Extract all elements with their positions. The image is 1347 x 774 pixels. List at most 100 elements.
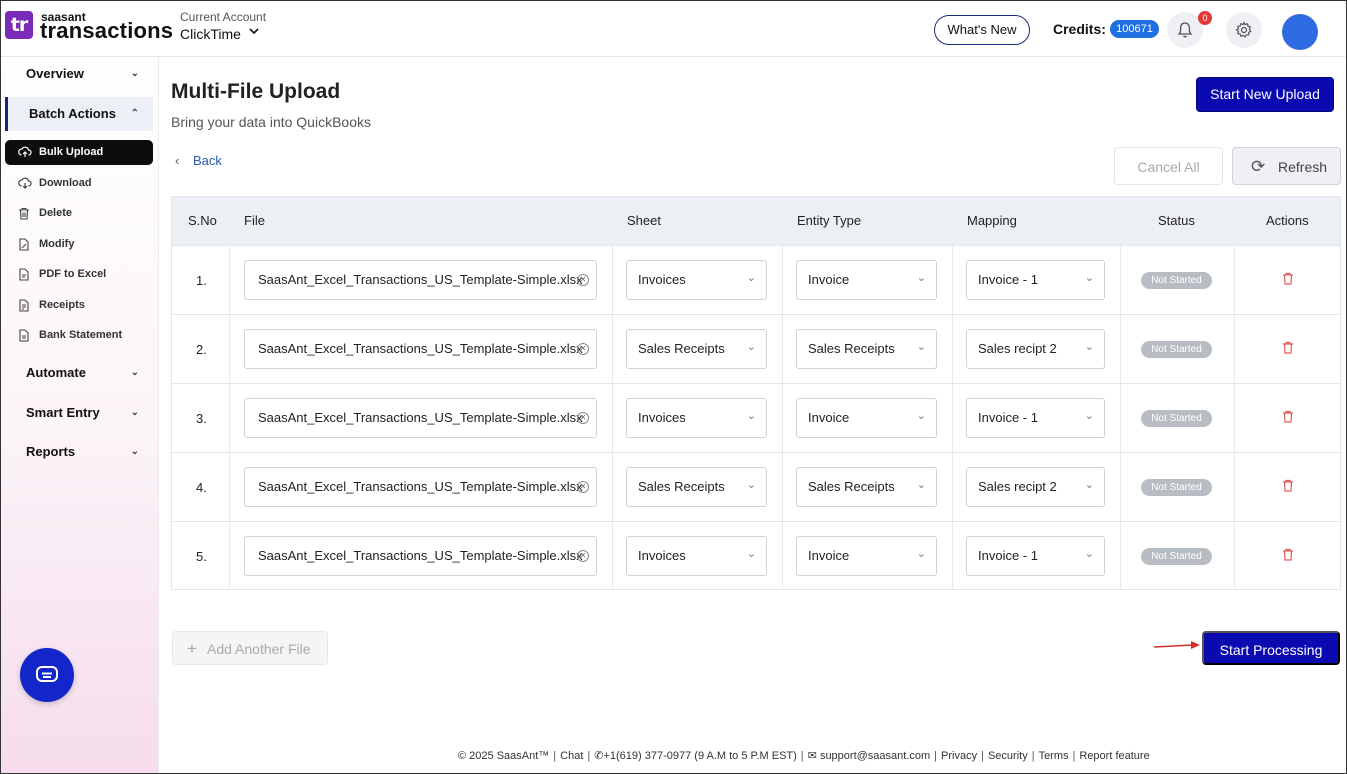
file-field[interactable]: SaasAnt_Excel_Transactions_US_Template-S… — [244, 467, 597, 507]
sheet-select[interactable]: Invoices ⌄ — [626, 398, 767, 438]
sidebar-item-label: Receipts — [39, 299, 85, 311]
trash-icon[interactable] — [1282, 272, 1294, 290]
status-badge: Not Started — [1141, 479, 1212, 496]
sheet-select[interactable]: Sales Receipts ⌄ — [626, 329, 767, 369]
status-badge: Not Started — [1141, 272, 1212, 289]
sheet-select[interactable]: Invoices ⌄ — [626, 260, 767, 300]
chevron-down-icon: ⌄ — [130, 367, 139, 378]
entity-type-select[interactable]: Sales Receipts ⌄ — [796, 467, 937, 507]
chevron-down-icon: ⌄ — [1084, 479, 1094, 491]
clear-icon[interactable]: ✕ — [577, 274, 589, 286]
footer-chat-link[interactable]: Chat — [560, 750, 583, 762]
row-number: 3. — [196, 411, 207, 426]
chevron-down-icon: ⌄ — [746, 272, 756, 284]
refresh-icon: ⟳ — [1251, 157, 1266, 176]
trash-icon[interactable] — [1282, 410, 1294, 428]
entity-value: Invoice — [808, 548, 850, 563]
mapping-value: Sales recipt 2 — [978, 341, 1057, 356]
chevron-down-icon[interactable] — [248, 25, 260, 40]
entity-value: Sales Receipts — [808, 479, 895, 494]
column-header-file: File — [244, 213, 265, 228]
table-row: 5. SaasAnt_Excel_Transactions_US_Templat… — [172, 521, 1340, 590]
sheet-value: Sales Receipts — [638, 479, 725, 494]
sidebar-group-automate[interactable]: Automate ⌄ — [5, 356, 153, 390]
entity-type-select[interactable]: Sales Receipts ⌄ — [796, 329, 937, 369]
start-new-upload-button[interactable]: Start New Upload — [1196, 77, 1334, 112]
trash-icon[interactable] — [1282, 548, 1294, 566]
sidebar-group-reports[interactable]: Reports ⌄ — [5, 435, 153, 469]
cancel-all-button[interactable]: Cancel All — [1114, 147, 1223, 185]
column-header-mapping: Mapping — [967, 213, 1017, 228]
add-another-file-button[interactable]: + Add Another File — [172, 631, 328, 665]
cloud-upload-icon — [18, 140, 32, 168]
footer-security-link[interactable]: Security — [988, 750, 1028, 762]
entity-type-select[interactable]: Invoice ⌄ — [796, 536, 937, 576]
chevron-down-icon: ⌄ — [746, 479, 756, 491]
mapping-select[interactable]: Invoice - 1 ⌄ — [966, 536, 1105, 576]
account-selector[interactable]: ClickTime — [180, 26, 241, 42]
gear-icon[interactable] — [1226, 12, 1262, 48]
page-title: Multi-File Upload — [171, 80, 341, 103]
footer-email-link[interactable]: support@saasant.com — [820, 750, 930, 762]
receipt-icon — [18, 293, 30, 321]
sidebar-group-overview[interactable]: Overview ⌄ — [5, 57, 153, 91]
start-processing-button[interactable]: Start Processing — [1202, 631, 1340, 665]
mapping-select[interactable]: Sales recipt 2 ⌄ — [966, 467, 1105, 507]
sidebar-item-bulk-upload[interactable]: Bulk Upload — [5, 140, 153, 165]
entity-type-select[interactable]: Invoice ⌄ — [796, 260, 937, 300]
file-field[interactable]: SaasAnt_Excel_Transactions_US_Template-S… — [244, 329, 597, 369]
footer-report-link[interactable]: Report feature — [1079, 750, 1149, 762]
mapping-select[interactable]: Sales recipt 2 ⌄ — [966, 329, 1105, 369]
column-header-entity-type: Entity Type — [797, 213, 862, 228]
sidebar-item-bank-statement[interactable]: Bank Statement — [5, 323, 153, 348]
sidebar-item-label: Bank Statement — [39, 329, 123, 341]
top-bar: tr saasant transactions Current Account … — [1, 1, 1346, 57]
chevron-down-icon: ⌄ — [916, 410, 926, 422]
file-name: SaasAnt_Excel_Transactions_US_Template-S… — [258, 272, 583, 287]
whats-new-button[interactable]: What's New — [934, 15, 1030, 45]
sidebar-item-label: Bulk Upload — [39, 146, 104, 158]
sheet-select[interactable]: Invoices ⌄ — [626, 536, 767, 576]
chevron-down-icon: ⌄ — [916, 479, 926, 491]
refresh-button[interactable]: ⟳ Refresh — [1232, 147, 1341, 185]
clear-icon[interactable]: ✕ — [577, 550, 589, 562]
sheet-select[interactable]: Sales Receipts ⌄ — [626, 467, 767, 507]
clear-icon[interactable]: ✕ — [577, 481, 589, 493]
account-label: Current Account — [180, 10, 267, 24]
table-header: S.No File Sheet Entity Type Mapping Stat… — [172, 197, 1340, 245]
avatar[interactable] — [1282, 14, 1318, 50]
sidebar-group-smart-entry[interactable]: Smart Entry ⌄ — [5, 396, 153, 430]
status-badge: Not Started — [1141, 410, 1212, 427]
back-link[interactable]: ‹ Back — [175, 153, 222, 168]
back-label: Back — [192, 153, 222, 168]
sidebar-item-pdf-to-excel[interactable]: PDF to Excel — [5, 262, 153, 287]
footer-terms-link[interactable]: Terms — [1039, 750, 1069, 762]
sidebar-group-batch-actions[interactable]: Batch Actions ⌃ — [5, 97, 153, 131]
clear-icon[interactable]: ✕ — [577, 412, 589, 424]
file-field[interactable]: SaasAnt_Excel_Transactions_US_Template-S… — [244, 536, 597, 576]
row-number: 5. — [196, 549, 207, 564]
chat-icon — [36, 666, 58, 682]
sidebar-item-label: PDF to Excel — [39, 268, 107, 280]
mapping-select[interactable]: Invoice - 1 ⌄ — [966, 260, 1105, 300]
trash-icon[interactable] — [1282, 341, 1294, 359]
footer-privacy-link[interactable]: Privacy — [941, 750, 977, 762]
sidebar-item-download[interactable]: Download — [5, 171, 153, 196]
entity-type-select[interactable]: Invoice ⌄ — [796, 398, 937, 438]
plus-icon: + — [187, 639, 197, 658]
pdf-icon — [18, 262, 30, 290]
sidebar-item-receipts[interactable]: Receipts — [5, 293, 153, 318]
upload-table: S.No File Sheet Entity Type Mapping Stat… — [171, 196, 1341, 590]
trash-icon[interactable] — [1282, 479, 1294, 497]
chevron-down-icon: ⌄ — [1084, 341, 1094, 353]
clear-icon[interactable]: ✕ — [577, 343, 589, 355]
mapping-select[interactable]: Invoice - 1 ⌄ — [966, 398, 1105, 438]
sidebar-item-delete[interactable]: Delete — [5, 201, 153, 226]
file-field[interactable]: SaasAnt_Excel_Transactions_US_Template-S… — [244, 260, 597, 300]
sidebar-group-label: Automate — [26, 365, 86, 380]
sidebar-item-modify[interactable]: Modify — [5, 232, 153, 257]
chevron-down-icon: ⌄ — [1084, 272, 1094, 284]
credits-badge: 100671 — [1110, 20, 1159, 38]
file-field[interactable]: SaasAnt_Excel_Transactions_US_Template-S… — [244, 398, 597, 438]
chat-button[interactable] — [20, 648, 74, 702]
